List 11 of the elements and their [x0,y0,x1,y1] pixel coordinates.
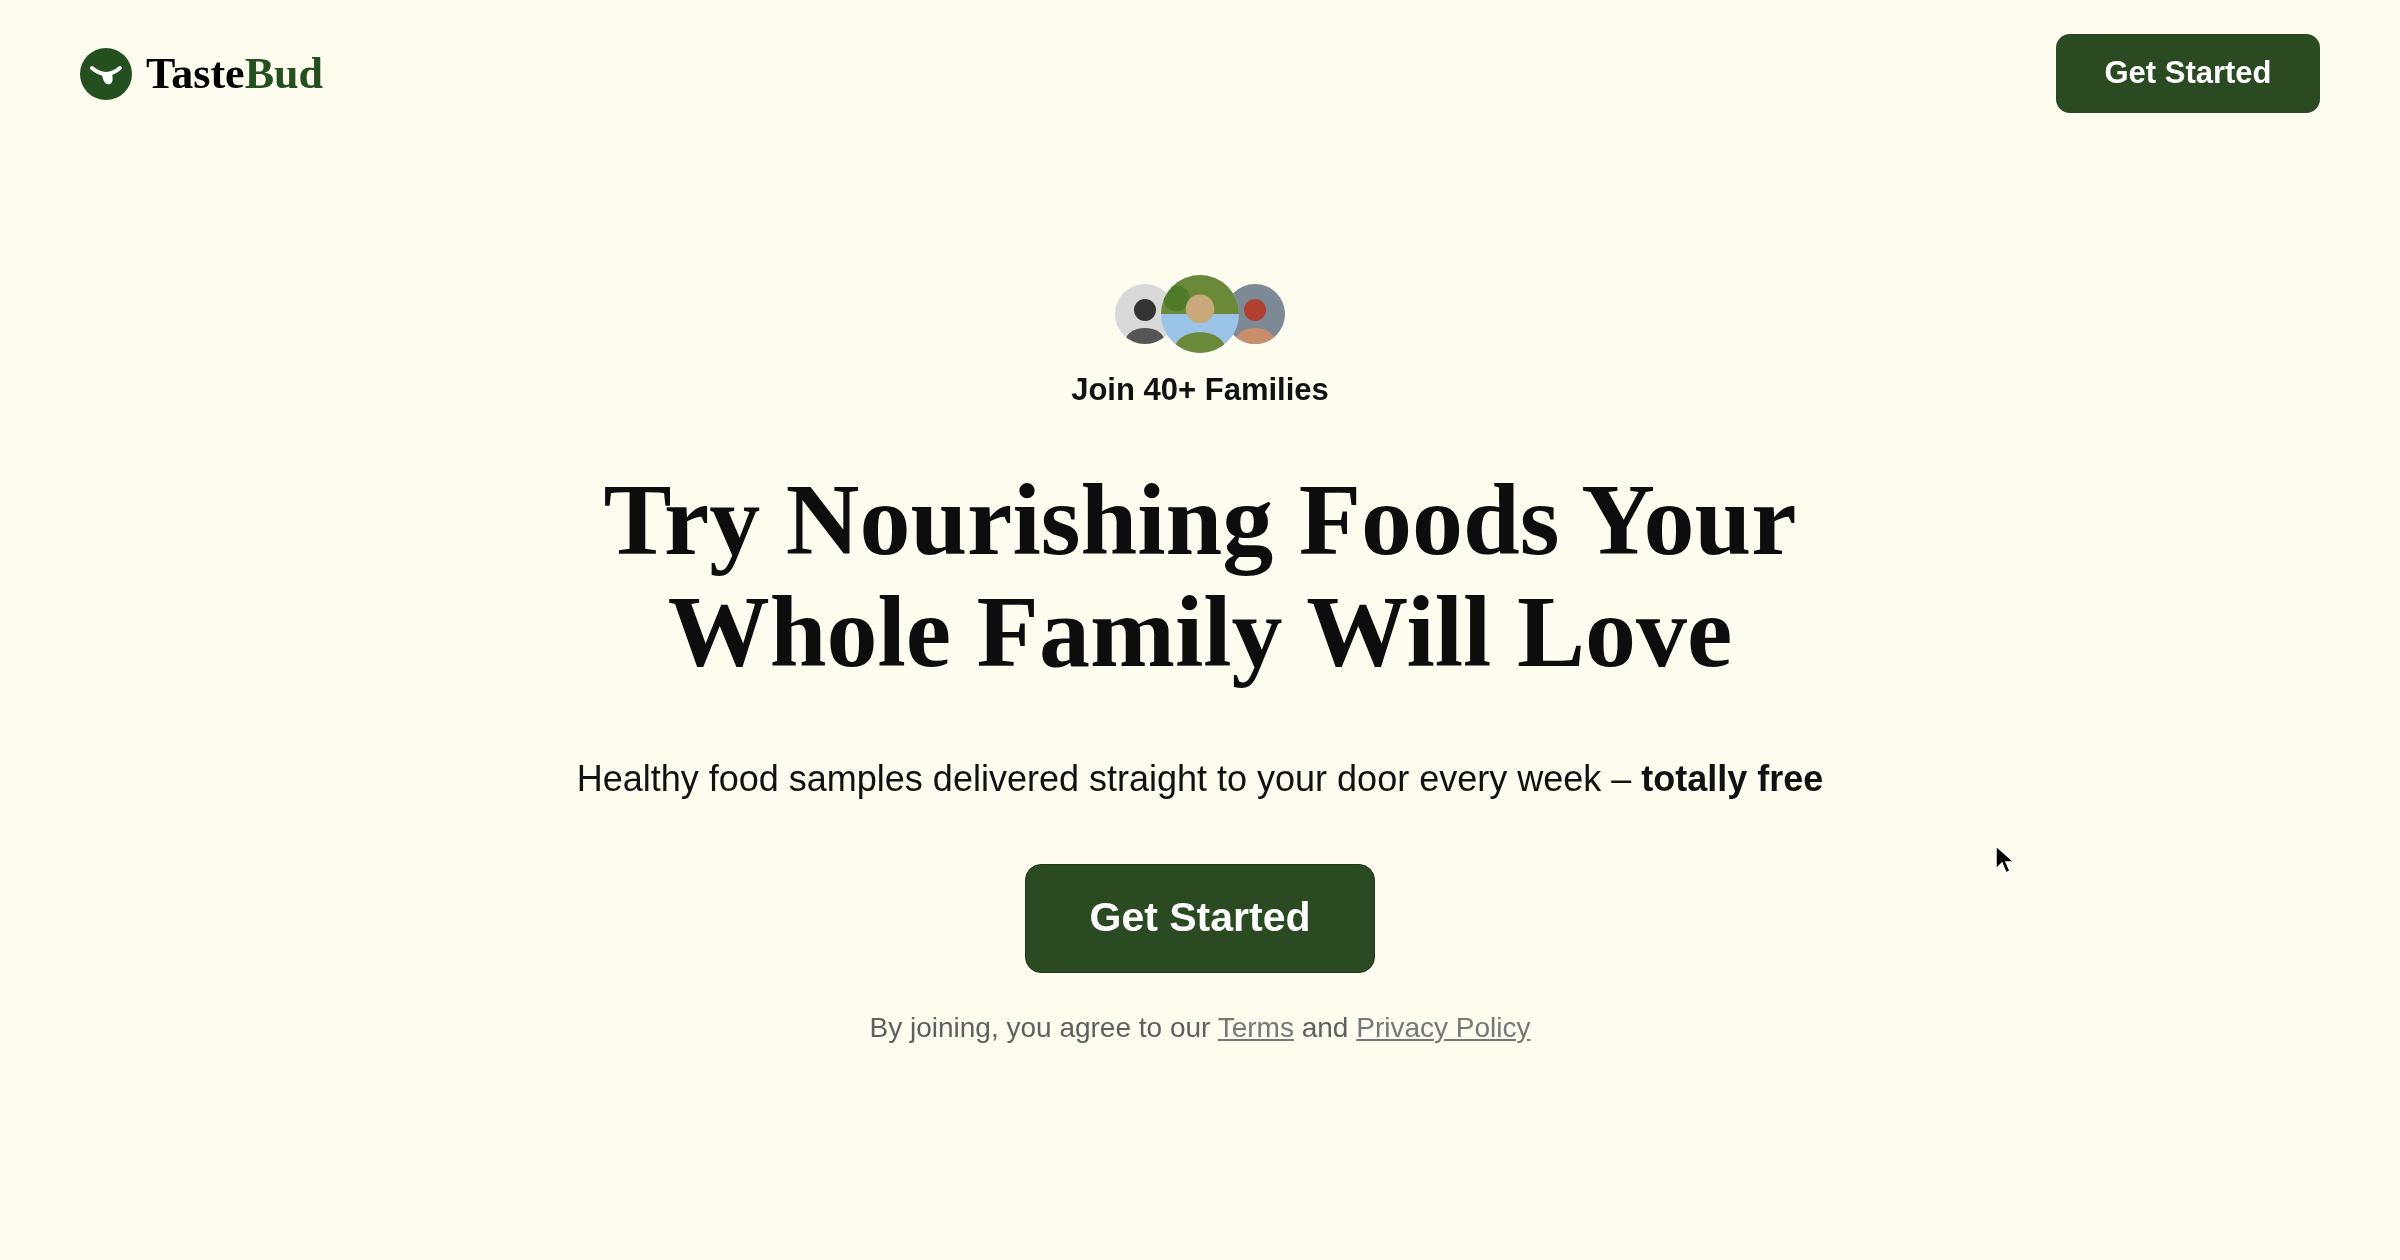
tongue-face-icon [80,47,132,100]
terms-link[interactable]: Terms [1217,1011,1294,1043]
subtitle: Healthy food samples delivered straight to your door every week – totally free [576,756,1824,801]
privacy-policy-link[interactable]: Privacy Policy [1356,1011,1531,1043]
headline: Try Nourishing Foods Your Whole Family Will Love [602,463,1798,688]
terms-notice: By joining, you agree to our Terms and Privacy Policy [869,1010,1531,1045]
brand-name: TasteBud [146,51,323,96]
cursor-icon [1995,845,2015,875]
get-started-button[interactable]: Get Started [1025,863,1375,973]
social-proof-text: Join 40+ Families [1071,371,1329,409]
get-started-button[interactable]: Get Started [2056,34,2320,113]
